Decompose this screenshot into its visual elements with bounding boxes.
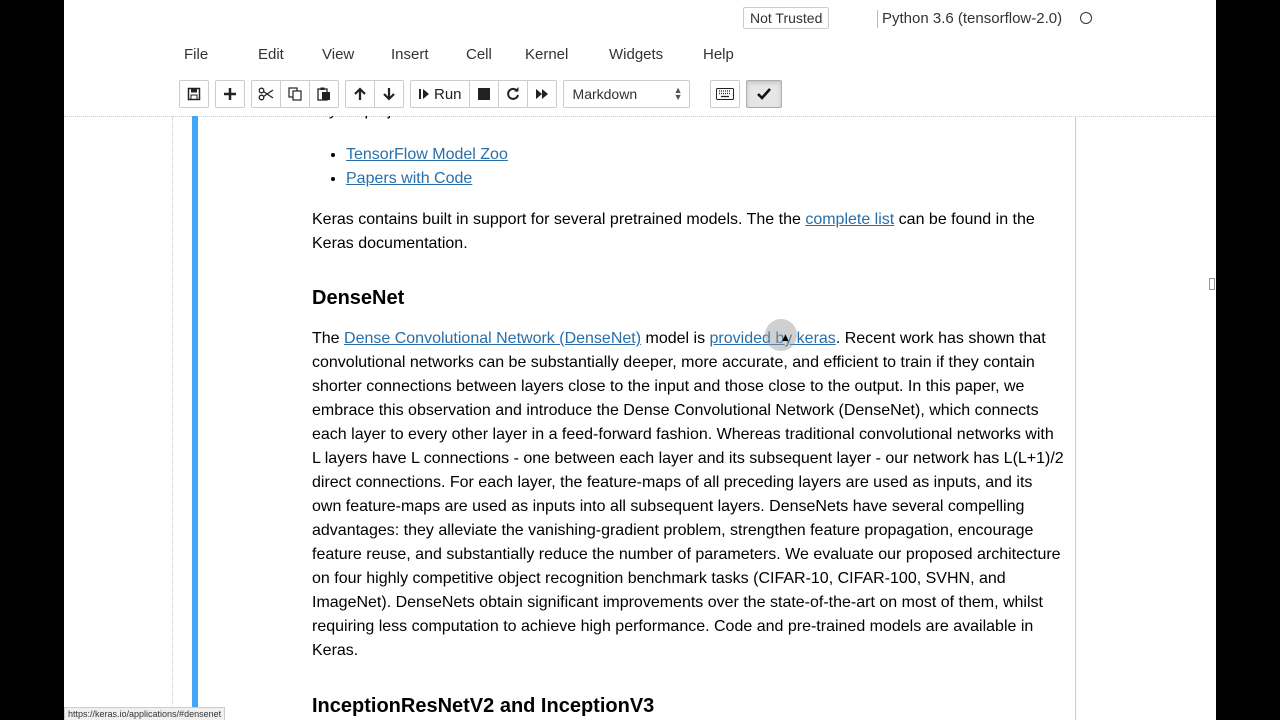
- cell-left-border: [172, 116, 173, 710]
- link-tensorflow-model-zoo[interactable]: TensorFlow Model Zoo: [346, 146, 508, 163]
- right-black-border: [1216, 0, 1280, 720]
- restart-button[interactable]: [497, 80, 528, 108]
- arrow-up-icon: [354, 87, 366, 100]
- plus-icon: [224, 88, 236, 100]
- interrupt-button[interactable]: [468, 80, 499, 108]
- cut-icon: [258, 87, 274, 101]
- scroll-handle[interactable]: [1209, 278, 1215, 290]
- run-label: Run: [434, 85, 462, 103]
- run-button[interactable]: Run: [410, 80, 470, 108]
- left-black-border: [0, 0, 64, 720]
- status-url-bar: https://keras.io/applications/#densenet: [64, 707, 226, 720]
- link-papers-with-code[interactable]: Papers with Code: [346, 170, 472, 187]
- paste-icon: [317, 87, 330, 101]
- restart-icon: [506, 87, 519, 100]
- kernel-idle-icon: [1080, 12, 1092, 24]
- insert-cell-button[interactable]: [215, 80, 245, 108]
- save-icon: [187, 87, 201, 101]
- menu-edit[interactable]: Edit: [258, 44, 322, 65]
- link-complete-list[interactable]: complete list: [805, 211, 894, 228]
- menubar: File Edit View Insert Cell Kernel Widget…: [184, 44, 734, 65]
- step-forward-icon: [419, 89, 429, 99]
- cell-right-border: [1075, 116, 1076, 720]
- densenet-paragraph: The Dense Convolutional Network (DenseNe…: [312, 330, 1064, 659]
- checkmark-icon: [756, 88, 771, 100]
- not-trusted-badge[interactable]: Not Trusted: [743, 7, 830, 29]
- move-down-button[interactable]: [374, 80, 404, 108]
- menu-view[interactable]: View: [322, 44, 391, 65]
- notebook-top-divider: [64, 116, 1216, 117]
- cell-type-select[interactable]: Markdown ▲ ▼: [562, 80, 690, 108]
- copy-icon: [288, 87, 302, 101]
- move-up-button[interactable]: [345, 80, 375, 108]
- list-item: Papers with Code: [346, 167, 508, 191]
- select-arrows-icon: ▲ ▼: [673, 85, 683, 102]
- command-palette-button[interactable]: [709, 80, 740, 108]
- kernel-name[interactable]: Python 3.6 (tensorflow-2.0): [882, 10, 1062, 27]
- kernel-separator: [877, 10, 878, 28]
- list-item: TensorFlow Model Zoo: [346, 143, 508, 167]
- pointer-cursor-icon: ▲: [780, 332, 791, 344]
- save-button[interactable]: [179, 80, 209, 108]
- keyboard-icon: [715, 88, 734, 100]
- run-all-button[interactable]: [526, 80, 557, 108]
- stop-icon: [477, 88, 490, 100]
- menu-file[interactable]: File: [184, 44, 258, 65]
- arrow-down-icon: [383, 88, 395, 101]
- paste-button[interactable]: [309, 80, 339, 108]
- menu-cell[interactable]: Cell: [466, 44, 525, 65]
- fast-forward-icon: [535, 89, 548, 99]
- cut-button[interactable]: [251, 80, 281, 108]
- toolbar: Run Markdown ▲ ▼: [179, 80, 788, 108]
- menu-insert[interactable]: Insert: [391, 44, 466, 65]
- pretrained-paragraph: Keras contains built in support for seve…: [312, 211, 1035, 252]
- jupyter-window: Not Trusted Python 3.6 (tensorflow-2.0) …: [64, 0, 1216, 720]
- toggle-checkmark-button[interactable]: [745, 80, 782, 108]
- selected-cell-indicator: [192, 116, 198, 710]
- link-list: TensorFlow Model Zoo Papers with Code: [312, 143, 508, 191]
- menu-widgets[interactable]: Widgets: [609, 44, 703, 65]
- cell-type-value: Markdown: [572, 86, 638, 102]
- copy-button[interactable]: [280, 80, 310, 108]
- menu-help[interactable]: Help: [703, 44, 734, 65]
- heading-inception: InceptionResNetV2 and InceptionV3: [312, 695, 655, 717]
- link-densenet-paper[interactable]: Dense Convolutional Network (DenseNet): [344, 330, 641, 347]
- heading-densenet: DenseNet: [312, 287, 405, 309]
- menu-kernel[interactable]: Kernel: [525, 44, 609, 65]
